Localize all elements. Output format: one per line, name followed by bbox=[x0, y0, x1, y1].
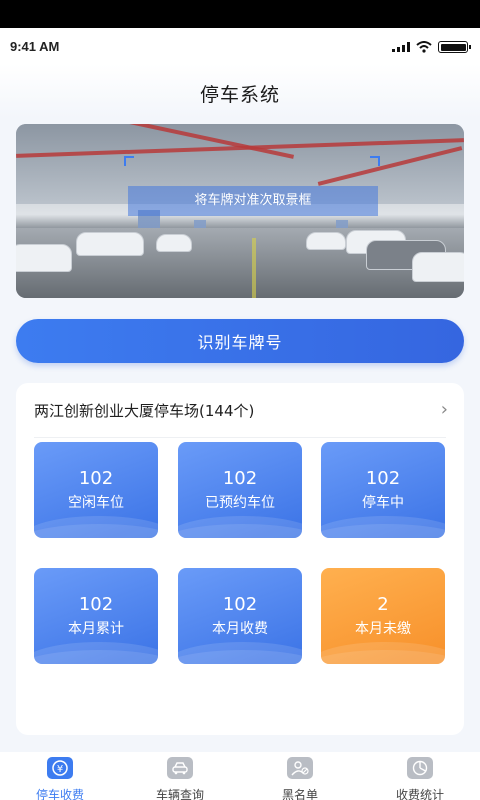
stat-label: 本月收费 bbox=[212, 621, 268, 637]
parked-car bbox=[306, 232, 346, 250]
parked-car bbox=[16, 244, 72, 272]
tab-fee-statistics[interactable]: 收费统计 bbox=[360, 752, 480, 800]
yen-icon: ¥ bbox=[47, 757, 73, 779]
svg-text:¥: ¥ bbox=[57, 764, 63, 775]
stat-label: 本月未缴 bbox=[355, 621, 411, 637]
stat-label: 空闲车位 bbox=[68, 495, 124, 511]
stat-value: 102 bbox=[78, 468, 114, 489]
parking-lot-header[interactable]: 两江创新创业大厦停车场(144个) › bbox=[16, 383, 464, 437]
stat-value: 2 bbox=[377, 594, 389, 615]
stat-tile-month-unpaid[interactable]: 2 本月未缴 bbox=[321, 568, 445, 664]
frame-corner-tl bbox=[124, 156, 134, 166]
signal-icon bbox=[392, 42, 410, 52]
parking-lot-name: 两江创新创业大厦停车场(144个) bbox=[34, 402, 255, 420]
device-top-bar bbox=[0, 0, 480, 28]
status-time: 9:41 AM bbox=[10, 39, 60, 54]
stat-label: 本月累计 bbox=[68, 621, 124, 637]
parked-car bbox=[76, 232, 144, 256]
frame-corner-tr bbox=[370, 156, 380, 166]
stat-value: 102 bbox=[78, 594, 114, 615]
stat-label: 停车中 bbox=[362, 495, 404, 511]
tab-label: 黑名单 bbox=[281, 788, 318, 800]
battery-icon bbox=[438, 41, 471, 53]
stat-tile-month-total[interactable]: 102 本月累计 bbox=[34, 568, 158, 664]
lane-marking bbox=[252, 238, 256, 298]
tab-blacklist[interactable]: 黑名单 bbox=[240, 752, 360, 800]
stat-tile-parking[interactable]: 102 停车中 bbox=[321, 442, 445, 538]
parked-car bbox=[412, 252, 464, 282]
stat-tile-month-fee[interactable]: 102 本月收费 bbox=[178, 568, 302, 664]
recognize-plate-button[interactable]: 识别车牌号 bbox=[16, 319, 464, 363]
user-block-icon bbox=[287, 757, 313, 779]
parking-lot-card: 两江创新创业大厦停车场(144个) › 102 空闲车位 102 已预约车位 1… bbox=[16, 383, 464, 735]
tab-label: 停车收费 bbox=[35, 788, 84, 800]
pie-chart-icon bbox=[407, 757, 433, 779]
status-icons bbox=[392, 41, 471, 53]
divider bbox=[34, 437, 446, 438]
stat-label: 已预约车位 bbox=[205, 495, 275, 511]
tile-wave bbox=[34, 642, 158, 664]
tab-parking-fee[interactable]: ¥ 停车收费 bbox=[0, 752, 120, 800]
stat-tile-reserved[interactable]: 102 已预约车位 bbox=[178, 442, 302, 538]
tab-vehicle-query[interactable]: 车辆查询 bbox=[120, 752, 240, 800]
nav-header: 停车系统 bbox=[0, 64, 480, 118]
stat-tile-free[interactable]: 102 空闲车位 bbox=[34, 442, 158, 538]
wifi-icon bbox=[416, 41, 432, 53]
parked-car bbox=[156, 234, 192, 252]
scan-frame: 将车牌对准次取景框 bbox=[128, 186, 378, 216]
bottom-tab-bar: ¥ 停车收费 车辆查询 黑名单 收费统计 bbox=[0, 752, 480, 800]
tile-wave bbox=[34, 516, 158, 538]
tile-wave bbox=[178, 516, 302, 538]
scan-hint: 将车牌对准次取景框 bbox=[194, 193, 312, 208]
stat-value: 102 bbox=[365, 468, 401, 489]
car-icon bbox=[167, 757, 193, 779]
stat-value: 102 bbox=[222, 468, 258, 489]
camera-viewfinder[interactable]: 将车牌对准次取景框 bbox=[16, 124, 464, 298]
tile-wave bbox=[178, 642, 302, 664]
tile-wave bbox=[321, 516, 445, 538]
status-bar: 9:41 AM bbox=[0, 28, 480, 64]
chevron-right-icon: › bbox=[440, 399, 448, 420]
tile-wave bbox=[321, 642, 445, 664]
stat-value: 102 bbox=[222, 594, 258, 615]
tab-label: 车辆查询 bbox=[155, 788, 204, 800]
tab-label: 收费统计 bbox=[395, 788, 444, 800]
page-title: 停车系统 bbox=[199, 84, 280, 106]
